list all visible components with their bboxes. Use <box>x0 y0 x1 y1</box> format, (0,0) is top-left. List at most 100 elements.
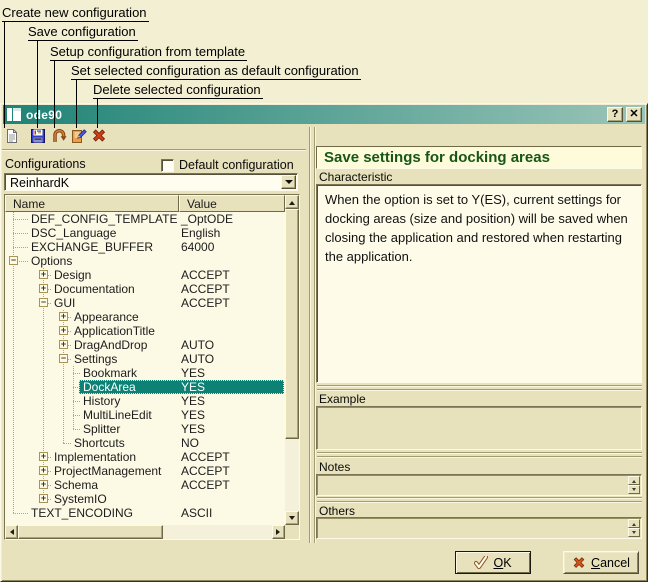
tree-row[interactable]: +SchemaACCEPT <box>5 478 285 492</box>
tree-row[interactable]: BookmarkYES <box>5 366 285 380</box>
triangle-down-icon <box>632 488 636 493</box>
tree-row-value: YES <box>181 422 205 436</box>
expand-toggle-icon[interactable]: + <box>39 284 48 293</box>
tree-row[interactable]: EXCHANGE_BUFFER64000 <box>5 240 285 254</box>
collapse-toggle-icon[interactable]: − <box>59 354 68 363</box>
tree-row[interactable]: +DocumentationACCEPT <box>5 282 285 296</box>
tree-scroll-right-button[interactable] <box>272 525 285 539</box>
tree-row-name: MultiLineEdit <box>83 408 152 422</box>
tree-connector-line <box>73 429 80 430</box>
tree-row[interactable]: +ProjectManagementACCEPT <box>5 464 285 478</box>
tree-row[interactable]: +ApplicationTitle <box>5 324 285 338</box>
app-icon <box>7 108 21 121</box>
mini-scroll-up-button[interactable] <box>628 519 640 528</box>
tree-row[interactable]: +ImplementationACCEPT <box>5 450 285 464</box>
annotation-line <box>37 40 38 128</box>
tree-row[interactable]: +DesignACCEPT <box>5 268 285 282</box>
others-label: Others <box>319 504 355 518</box>
tree-row-name: Documentation <box>54 282 135 296</box>
save-configuration-button[interactable] <box>29 128 46 145</box>
tree-row[interactable]: TEXT_ENCODINGASCII <box>5 506 285 520</box>
expand-toggle-icon[interactable]: + <box>59 326 68 335</box>
configuration-tree[interactable]: Name Value DEF_CONFIG_TEMPLATE_OptODEDSC… <box>4 194 300 540</box>
triangle-left-icon <box>7 529 14 535</box>
tree-row[interactable]: HistoryYES <box>5 394 285 408</box>
others-text-box[interactable] <box>316 517 642 539</box>
scrollbar-corner <box>285 525 299 539</box>
tree-column-header-name[interactable]: Name <box>5 195 179 212</box>
toolbar-separator <box>2 149 306 151</box>
setup-from-template-button[interactable] <box>50 128 67 145</box>
configurations-combobox-value: ReinhardK <box>10 176 69 190</box>
others-mini-scrollbar[interactable] <box>628 519 640 537</box>
expand-toggle-icon[interactable]: + <box>59 340 68 349</box>
example-label: Example <box>319 392 366 406</box>
triangle-right-icon <box>276 529 283 535</box>
tree-row-name: SystemIO <box>54 492 107 506</box>
tree-connector-line <box>13 219 28 220</box>
tree-connector-line <box>73 373 80 374</box>
expand-toggle-icon[interactable]: + <box>59 312 68 321</box>
tree-row-name: Splitter <box>83 422 120 436</box>
cancel-button[interactable]: Cancel <box>563 551 639 574</box>
tree-hscroll-thumb[interactable] <box>18 525 163 539</box>
ok-button[interactable]: OK <box>455 551 531 574</box>
tree-scroll-left-button[interactable] <box>5 525 18 539</box>
mini-scroll-down-button[interactable] <box>628 528 640 537</box>
tree-row[interactable]: MultiLineEdit YES <box>5 408 285 422</box>
default-configuration-checkbox[interactable] <box>161 159 174 172</box>
chevron-down-icon <box>285 180 293 188</box>
tree-row-value: ACCEPT <box>181 268 230 282</box>
tree-scroll-down-button[interactable] <box>285 511 299 525</box>
section-splitter[interactable] <box>317 497 642 505</box>
tree-row[interactable]: DEF_CONFIG_TEMPLATE_OptODE <box>5 212 285 226</box>
tree-row[interactable]: + SystemIO <box>5 492 285 506</box>
configurations-label: Configurations <box>5 157 86 171</box>
tree-row-name: ProjectManagement <box>54 464 161 478</box>
collapse-toggle-icon[interactable]: − <box>39 298 48 307</box>
tree-row-name: Settings <box>74 352 117 366</box>
titlebar[interactable]: ode90 ? ✕ <box>3 105 645 124</box>
tree-row-value: AUTO <box>181 338 214 352</box>
tree-row[interactable]: DSC_LanguageEnglish <box>5 226 285 240</box>
annotation-line <box>4 21 5 128</box>
close-button[interactable]: ✕ <box>626 107 642 122</box>
mini-scroll-down-button[interactable] <box>628 485 640 494</box>
tree-row[interactable]: −SettingsAUTO <box>5 352 285 366</box>
tree-column-header-value[interactable]: Value <box>179 195 285 212</box>
tree-scroll-up-button[interactable] <box>285 195 299 209</box>
characteristic-text-box[interactable]: When the option is set to Y(ES), current… <box>316 184 642 383</box>
tree-row-value: YES <box>181 408 205 422</box>
help-button[interactable]: ? <box>607 107 623 122</box>
tree-row-value: YES <box>181 366 205 380</box>
save-configuration-icon <box>30 128 46 144</box>
ok-button-label: OK <box>493 556 511 570</box>
tree-row[interactable]: Splitter YES <box>5 422 285 436</box>
set-default-configuration-button[interactable] <box>70 128 87 145</box>
configurations-combobox[interactable]: ReinhardK <box>4 173 298 191</box>
combobox-dropdown-button[interactable] <box>281 175 296 189</box>
expand-toggle-icon[interactable]: + <box>39 452 48 461</box>
tree-vscroll-thumb[interactable] <box>285 209 299 439</box>
new-configuration-button[interactable] <box>3 128 20 145</box>
cancel-x-icon <box>572 556 586 570</box>
example-text-box[interactable] <box>316 406 642 450</box>
tree-content[interactable]: DEF_CONFIG_TEMPLATE_OptODEDSC_LanguageEn… <box>5 212 285 525</box>
delete-configuration-button[interactable] <box>90 128 107 145</box>
expand-toggle-icon[interactable]: + <box>39 494 48 503</box>
tree-row[interactable]: ShortcutsNO <box>5 436 285 450</box>
tree-row[interactable]: DockAreaYES <box>5 380 285 394</box>
expand-toggle-icon[interactable]: + <box>39 466 48 475</box>
notes-text-box[interactable] <box>316 474 642 496</box>
notes-mini-scrollbar[interactable] <box>628 476 640 494</box>
expand-toggle-icon[interactable]: + <box>39 270 48 279</box>
mini-scroll-up-button[interactable] <box>628 476 640 485</box>
tree-row[interactable]: −Options <box>5 254 285 268</box>
tree-row[interactable]: +Appearance <box>5 310 285 324</box>
tree-row[interactable]: +DragAndDropAUTO <box>5 338 285 352</box>
tree-row-name: DSC_Language <box>31 226 116 240</box>
tree-row[interactable]: −GUIACCEPT <box>5 296 285 310</box>
collapse-toggle-icon[interactable]: − <box>9 256 18 265</box>
expand-toggle-icon[interactable]: + <box>39 480 48 489</box>
section-splitter[interactable] <box>317 452 642 460</box>
